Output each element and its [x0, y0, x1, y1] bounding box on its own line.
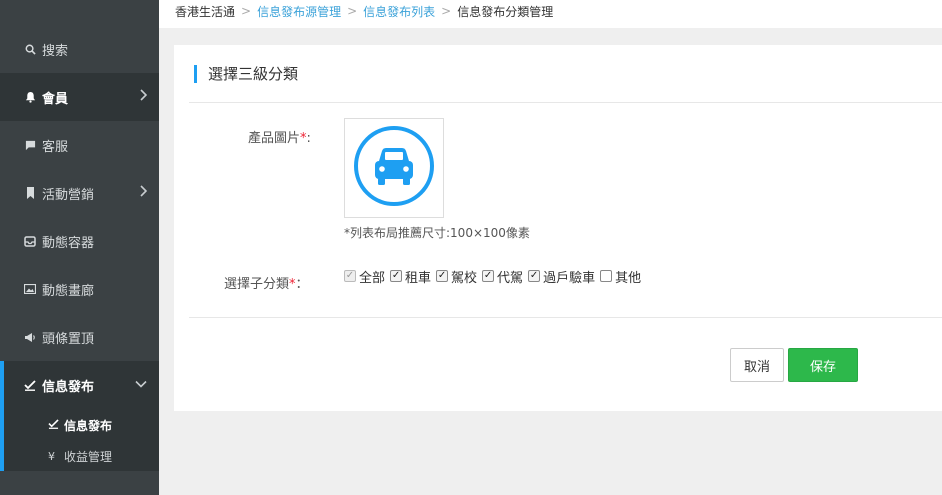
sidebar-subitem-revenue[interactable]: ¥ 收益管理 — [48, 446, 112, 466]
checkbox-label: 租車 — [405, 270, 432, 286]
subcategory-checkbox-group: ✓ 全部 ✓ 租車 ✓ 駕校 ✓ 代駕 ✓ 過戶驗車 其他 — [344, 267, 646, 286]
megaphone-icon — [22, 332, 38, 343]
sidebar-subitem-info-publish[interactable]: 信息發布 — [48, 415, 112, 435]
sidebar-item-label: 頭條置頂 — [42, 331, 95, 347]
chevron-right-icon — [139, 185, 148, 201]
checkbox-other[interactable] — [600, 270, 613, 282]
sidebar-item-label: 動態畫廊 — [42, 283, 95, 299]
label-colon: ： — [295, 277, 309, 292]
chevron-right-icon: > — [347, 4, 358, 18]
sidebar-submenu: 信息發布 ¥ 收益管理 — [0, 409, 159, 471]
checkbox-label: 過戶驗車 — [543, 270, 596, 286]
breadcrumb-current: 信息發布分類管理 — [457, 4, 554, 19]
sidebar-item-label: 信息發布 — [42, 379, 95, 395]
bookmark-icon — [22, 187, 38, 199]
sidebar-item-label: 客服 — [42, 139, 69, 155]
panel-title: 選擇三級分類 — [194, 65, 298, 83]
sidebar-item-info-publish[interactable]: 信息發布 — [0, 361, 159, 409]
breadcrumb-item[interactable]: 香港生活通 — [175, 3, 235, 20]
cancel-button[interactable]: 取消 — [730, 348, 784, 382]
sidebar-item-label: 活動營銷 — [42, 187, 95, 203]
label-colon: : — [306, 131, 311, 146]
save-button[interactable]: 保存 — [788, 348, 858, 382]
image-field-label: 產品圖片*: — [248, 127, 311, 146]
subcat-label-text: 選擇子分類 — [224, 277, 290, 292]
breadcrumb-item[interactable]: 信息發布源管理 — [257, 3, 341, 20]
breadcrumb: 香港生活通 > 信息發布源管理 > 信息發布列表 > 信息發布分類管理 — [175, 3, 553, 19]
yen-icon: ¥ — [48, 449, 55, 463]
checkbox-label: 駕校 — [451, 270, 478, 286]
sidebar-subitem-label: 收益管理 — [64, 449, 113, 464]
checkbox-chauffeur[interactable]: ✓ — [482, 270, 495, 282]
sidebar: 搜索 會員 客服 活動營銷 動態容器 動態畫廊 頭條置頂 信息發布 信息發布 ¥… — [0, 0, 159, 495]
checkbox-transfer-inspection[interactable]: ✓ — [528, 270, 541, 282]
sidebar-item-gallery[interactable]: 動態畫廊 — [0, 265, 159, 313]
sidebar-item-label: 搜索 — [42, 43, 69, 59]
image-size-hint: *列表布局推薦尺寸:100×100像素 — [344, 226, 530, 240]
divider — [189, 102, 942, 103]
form-panel: 選擇三級分類 產品圖片*: *列表布局推薦尺寸:100×100像素 選擇子分類*… — [174, 45, 942, 411]
check-edit-icon — [48, 418, 62, 432]
sidebar-item-service[interactable]: 客服 — [0, 121, 159, 169]
sidebar-subitem-label: 信息發布 — [64, 418, 113, 433]
chat-icon — [22, 140, 38, 151]
breadcrumb-item[interactable]: 信息發布列表 — [363, 3, 435, 20]
sidebar-item-member[interactable]: 會員 — [0, 73, 159, 121]
checkbox-driving-school[interactable]: ✓ — [436, 270, 449, 282]
chevron-right-icon: > — [441, 4, 452, 18]
sidebar-item-headline[interactable]: 頭條置頂 — [0, 313, 159, 361]
sidebar-item-label: 動態容器 — [42, 235, 95, 251]
product-image-upload[interactable] — [344, 118, 444, 218]
sidebar-item-search[interactable]: 搜索 — [0, 25, 159, 73]
checkbox-rental[interactable]: ✓ — [390, 270, 403, 282]
checkbox-all[interactable]: ✓ — [344, 270, 356, 282]
search-icon — [22, 44, 38, 55]
inbox-icon — [22, 235, 38, 247]
check-edit-icon — [22, 379, 38, 391]
car-icon — [353, 125, 435, 211]
sidebar-item-container[interactable]: 動態容器 — [0, 217, 159, 265]
bell-icon — [22, 91, 38, 103]
chevron-right-icon — [139, 89, 148, 105]
image-label-text: 產品圖片 — [248, 131, 301, 146]
checkbox-label: 代駕 — [497, 270, 524, 286]
chevron-right-icon: > — [241, 4, 252, 18]
sidebar-item-marketing[interactable]: 活動營銷 — [0, 169, 159, 217]
subcategory-field-label: 選擇子分類*： — [224, 273, 309, 292]
checkbox-label: 其他 — [615, 270, 642, 286]
checkbox-label: 全部 — [359, 270, 386, 286]
sidebar-item-label: 會員 — [42, 91, 69, 107]
divider — [189, 317, 942, 318]
chevron-down-icon — [135, 377, 147, 392]
image-icon — [22, 284, 38, 294]
